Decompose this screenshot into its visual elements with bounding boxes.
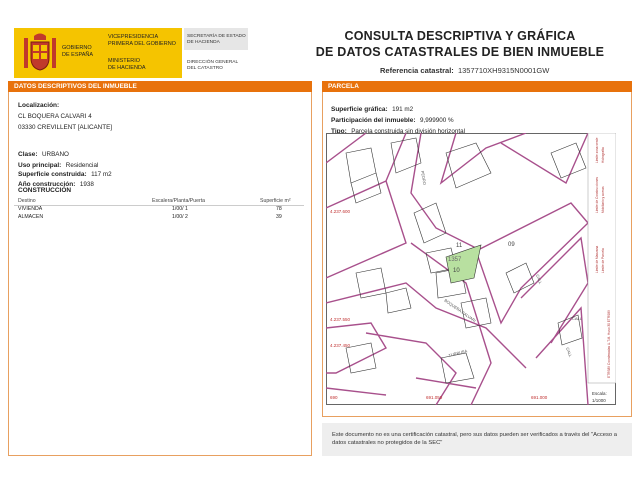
col-destino: Destino xyxy=(18,198,36,204)
table-cell: 1/00/ 2 xyxy=(172,214,188,220)
descriptive-data-panel xyxy=(8,81,312,456)
legend-item: Mobiliario y aceras xyxy=(601,186,605,213)
localizacion-label: Localización: xyxy=(18,102,60,109)
gobierno-label: GOBIERNO DE ESPAÑA xyxy=(62,45,94,58)
coord-label: 691.000 xyxy=(531,395,548,400)
vicepresidencia-label: VICEPRESIDENCIA PRIMERA DEL GOBIERNO xyxy=(108,34,176,47)
table-cell: 78 xyxy=(276,206,282,212)
construccion-title: CONSTRUCCIÓN xyxy=(18,187,72,194)
table-divider xyxy=(14,205,304,206)
scale-label: Escala: xyxy=(592,391,607,396)
coat-of-arms-icon xyxy=(24,33,56,71)
coord-label: 4.237.550 xyxy=(330,317,351,322)
legend-item: Límite zona verde xyxy=(595,137,599,163)
legend-item: Límite de Construcciones xyxy=(595,177,599,213)
table-cell: 39 xyxy=(276,214,282,220)
parcel-number: 10 xyxy=(453,268,460,274)
coord-label: 4.237.450 xyxy=(330,343,351,348)
secretaria-label: SECRETARÍA DE ESTADO DE HACIENDA xyxy=(187,34,246,45)
table-cell: 1/00/ 1 xyxy=(172,206,188,212)
parcel-number: 09 xyxy=(508,242,515,248)
page-title: CONSULTA DESCRIPTIVA Y GRÁFICA DE DATOS … xyxy=(315,29,605,59)
disclaimer-text: Este documento no es una certificación c… xyxy=(332,432,617,446)
col-escalera: Escalera/Planta/Puerta xyxy=(152,198,206,204)
legend-item: Hidrografía xyxy=(601,147,605,163)
coord-label: 690 xyxy=(330,395,338,400)
street-label: CALL xyxy=(572,316,583,321)
referencia-catastral: Referencia catastral: 1357710XH9315N0001… xyxy=(380,66,550,75)
coord-label: 691.050 xyxy=(426,395,443,400)
legend-item: Límite de Manzana xyxy=(595,246,599,273)
legend-item: Límite de Parcela xyxy=(601,248,605,273)
address-line1: CL BOQUERA CALVARI 4 xyxy=(18,113,92,120)
scale-value: 1/1000 xyxy=(592,398,606,403)
coord-label: 4.237.600 xyxy=(330,209,351,214)
projection-note: ETRS89 Coordenadas U.T.M. Huso 30 ETRS89 xyxy=(607,310,611,378)
parcel-number: 1357 xyxy=(448,257,462,263)
col-superficie: Superficie m² xyxy=(260,198,291,204)
descriptive-data-header: DATOS DESCRIPTIVOS DEL INMUEBLE xyxy=(8,81,312,92)
cadastral-map[interactable]: 11 09 10 1357 BOQUERA CALVARI TURBUSA CA… xyxy=(326,133,616,405)
address-line2: 03330 CREVILLENT [ALICANTE] xyxy=(18,124,113,131)
parcela-header: PARCELA xyxy=(322,81,632,92)
direccion-label: DIRECCIÓN GENERAL DEL CATASTRO xyxy=(187,60,239,71)
parcel-number: 11 xyxy=(456,243,463,249)
ministerio-label: MINISTERIO DE HACIENDA xyxy=(108,58,146,71)
